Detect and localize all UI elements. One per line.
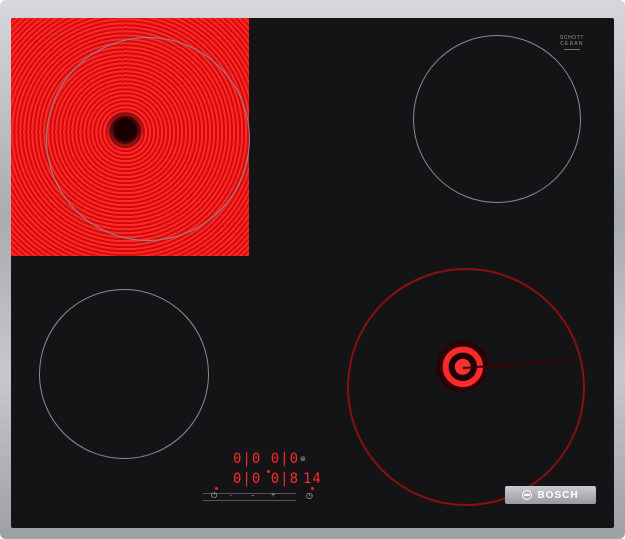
bosch-emblem-icon: [522, 490, 533, 500]
cooking-zone-top-left: [46, 37, 250, 241]
ceran-text: CERAN: [560, 41, 584, 47]
indicator-dot-mid: [267, 470, 270, 473]
lock-icon[interactable]: ⊜: [300, 456, 306, 463]
indicator-dot-left: [215, 487, 218, 490]
brand-name: BOSCH: [537, 489, 579, 501]
cooking-zone-bottom-left: [39, 289, 209, 459]
indicator-dot-timer: [311, 487, 314, 490]
timer-display: 14: [303, 471, 322, 487]
plus-button[interactable]: +: [271, 492, 275, 499]
model-number: ────────: [41, 32, 67, 37]
cooktop-frame: ──────── SCHOTT CERAN 0|0 0|0 0|0 0|8 14…: [0, 0, 625, 539]
zone-display-top-row: 0|0 0|0: [233, 451, 300, 467]
zone-display-bottom-row: 0|0 0|8: [233, 471, 300, 487]
brand-badge: BOSCH: [505, 486, 596, 504]
ceran-underline: [564, 49, 580, 50]
minus-button[interactable]: -: [230, 493, 232, 499]
schott-ceran-logo: SCHOTT CERAN: [552, 35, 592, 50]
hot-zone-center: [432, 336, 488, 392]
select-button[interactable]: –: [251, 493, 254, 499]
timer-icon[interactable]: ◷: [306, 492, 313, 500]
glass-surface: ──────── SCHOTT CERAN: [11, 18, 614, 528]
power-icon[interactable]: ⏻: [211, 492, 217, 500]
cooking-zone-top-right: [413, 35, 581, 203]
